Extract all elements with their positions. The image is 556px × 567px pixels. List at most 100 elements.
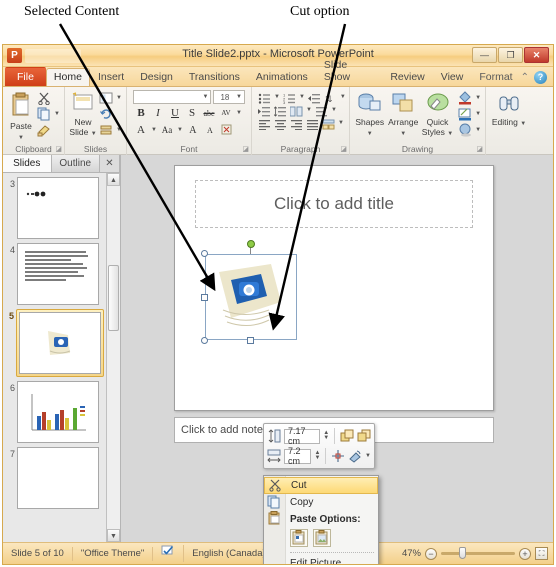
grow-font-button[interactable]: A xyxy=(186,125,200,136)
line-spacing-icon[interactable] xyxy=(273,104,287,117)
thumbnail-slide-5[interactable] xyxy=(19,312,101,374)
chevron-down-icon[interactable]: ▼ xyxy=(151,127,157,133)
tab-transitions[interactable]: Transitions xyxy=(181,68,248,86)
minimize-button[interactable]: — xyxy=(472,47,497,63)
chevron-down-icon[interactable]: ▼ xyxy=(520,121,526,127)
zoom-slider-handle[interactable] xyxy=(459,547,466,559)
tab-review[interactable]: Review xyxy=(382,68,432,86)
theme-name[interactable]: "Office Theme" xyxy=(73,546,154,561)
bring-forward-icon[interactable] xyxy=(340,429,354,443)
quick-styles-button[interactable]: Quick Styles ▼ xyxy=(421,91,454,137)
restore-button[interactable]: ❐ xyxy=(498,47,523,63)
resize-handle-sw[interactable] xyxy=(201,337,208,344)
thumbnail-row[interactable]: 7 xyxy=(3,443,106,509)
numbering-icon[interactable]: 123 xyxy=(283,91,296,105)
copy-button[interactable]: ▼ xyxy=(37,107,60,121)
align-center-icon[interactable] xyxy=(274,117,287,131)
shrink-font-button[interactable]: A xyxy=(203,126,217,135)
chevron-down-icon[interactable]: ▼ xyxy=(365,453,371,459)
shape-fill-button[interactable]: ▼ xyxy=(458,91,481,105)
align-icon[interactable] xyxy=(331,449,345,463)
tab-animations[interactable]: Animations xyxy=(248,68,316,86)
chevron-down-icon[interactable]: ▼ xyxy=(177,127,183,133)
thumbnail-row-selected[interactable]: 5 xyxy=(3,305,106,377)
context-menu-item-edit-picture[interactable]: Edit Picture xyxy=(264,555,378,564)
close-button[interactable]: ✕ xyxy=(524,47,549,63)
font-color-button[interactable]: A xyxy=(134,124,148,136)
chevron-down-icon[interactable]: ▼ xyxy=(274,94,280,100)
rotate-handle[interactable] xyxy=(247,240,255,248)
thumbnail-slide-6[interactable] xyxy=(17,381,99,443)
chevron-down-icon[interactable]: ▼ xyxy=(18,135,24,141)
spellcheck-icon[interactable] xyxy=(153,545,185,562)
reset-button[interactable] xyxy=(99,107,122,121)
chevron-down-icon[interactable]: ▼ xyxy=(447,131,453,137)
drawing-dialog-launcher-icon[interactable]: ◪ xyxy=(476,145,483,153)
chevron-down-icon[interactable]: ▼ xyxy=(367,131,373,137)
context-menu-item-cut[interactable]: Cut xyxy=(264,477,378,494)
zoom-slider[interactable] xyxy=(441,547,515,559)
cut-button[interactable] xyxy=(37,91,60,106)
chevron-down-icon[interactable]: ▼ xyxy=(400,131,406,137)
text-direction-icon[interactable]: ⇅ xyxy=(324,91,337,104)
chevron-down-icon[interactable]: ▼ xyxy=(475,111,481,117)
help-icon[interactable]: ? xyxy=(534,71,547,84)
thumbnail-slide-7[interactable] xyxy=(17,447,99,509)
columns-icon[interactable] xyxy=(289,104,303,117)
resize-handle-w[interactable] xyxy=(201,294,208,301)
align-left-icon[interactable] xyxy=(258,117,271,131)
tab-outline[interactable]: Outline xyxy=(51,155,100,172)
chevron-down-icon[interactable]: ▼ xyxy=(116,127,122,133)
thumbnail-slide-4[interactable] xyxy=(17,243,99,305)
clear-formatting-icon[interactable] xyxy=(220,123,234,137)
chevron-down-icon[interactable]: ▼ xyxy=(203,94,209,100)
thumbnail-row[interactable]: 4 xyxy=(3,239,106,305)
height-spinner[interactable]: ▲ ▼ xyxy=(323,430,329,441)
tab-design[interactable]: Design xyxy=(132,68,181,86)
width-spinner[interactable]: ▲ ▼ xyxy=(314,450,320,461)
thumbnail-row[interactable]: 3 xyxy=(3,173,106,239)
zoom-out-button[interactable]: − xyxy=(425,547,437,560)
shapes-button[interactable]: Shapes ▼ xyxy=(354,91,385,137)
change-case-button[interactable]: Aa xyxy=(160,125,174,135)
language-indicator[interactable]: English (Canada) xyxy=(184,546,275,561)
decrease-indent-icon[interactable] xyxy=(307,91,321,104)
zoom-in-button[interactable]: + xyxy=(519,547,531,560)
paste-picture-button[interactable] xyxy=(313,529,331,547)
underline-button[interactable]: U xyxy=(168,107,182,119)
editing-button[interactable]: Editing ▼ xyxy=(490,91,528,128)
chevron-down-icon[interactable]: ▼ xyxy=(116,95,122,101)
tab-file[interactable]: File xyxy=(5,67,46,86)
title-placeholder[interactable]: Click to add title xyxy=(195,180,473,228)
zoom-level[interactable]: 47% xyxy=(402,548,421,559)
align-right-icon[interactable] xyxy=(290,117,303,131)
increase-indent-icon[interactable] xyxy=(258,104,271,117)
send-backward-icon[interactable] xyxy=(357,429,371,443)
tab-slides[interactable]: Slides xyxy=(3,155,52,172)
resize-handle-s[interactable] xyxy=(247,337,254,344)
tab-insert[interactable]: Insert xyxy=(90,68,132,86)
font-name-input[interactable]: ▼ xyxy=(133,90,212,104)
tab-format[interactable]: Format xyxy=(471,68,520,86)
fit-to-window-button[interactable]: ⛶ xyxy=(535,547,548,560)
slides-pane-scrollbar[interactable]: ▲ ▼ xyxy=(106,173,120,542)
format-painter-button[interactable] xyxy=(37,123,60,137)
layout-button[interactable]: ▼ xyxy=(99,91,122,105)
chevron-down-icon[interactable]: ▼ xyxy=(91,131,97,137)
shape-width-input[interactable]: 7.2 cm xyxy=(284,446,312,466)
tab-home[interactable]: Home xyxy=(45,68,90,86)
chevron-down-icon[interactable]: ▼ xyxy=(306,107,312,113)
chevron-down-icon[interactable]: ▼ xyxy=(475,95,481,101)
scroll-up-icon[interactable]: ▲ xyxy=(107,173,120,186)
scrollbar-thumb[interactable] xyxy=(108,265,119,331)
bullets-icon[interactable] xyxy=(258,91,271,104)
character-spacing-button[interactable]: AV xyxy=(219,109,233,117)
slide-editor[interactable]: Click to add title xyxy=(174,165,494,411)
bold-button[interactable]: B xyxy=(134,107,148,119)
paste-button[interactable]: Paste ▼ xyxy=(7,91,35,141)
tab-slide-show[interactable]: Slide Show xyxy=(316,56,383,86)
convert-smartart-icon[interactable] xyxy=(322,117,335,130)
slide-thumbnail-list[interactable]: 3 4 5 6 7 xyxy=(3,173,106,542)
chevron-down-icon[interactable]: ▼ xyxy=(236,94,242,100)
thumbnail-slide-3[interactable] xyxy=(17,177,99,239)
